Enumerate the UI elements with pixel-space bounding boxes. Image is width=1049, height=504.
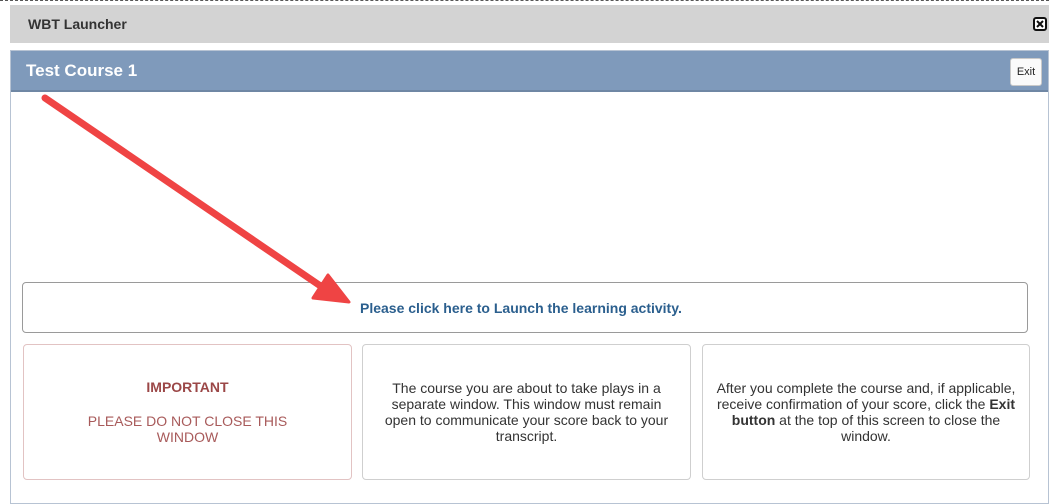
red-arrow-icon: [41, 94, 351, 304]
